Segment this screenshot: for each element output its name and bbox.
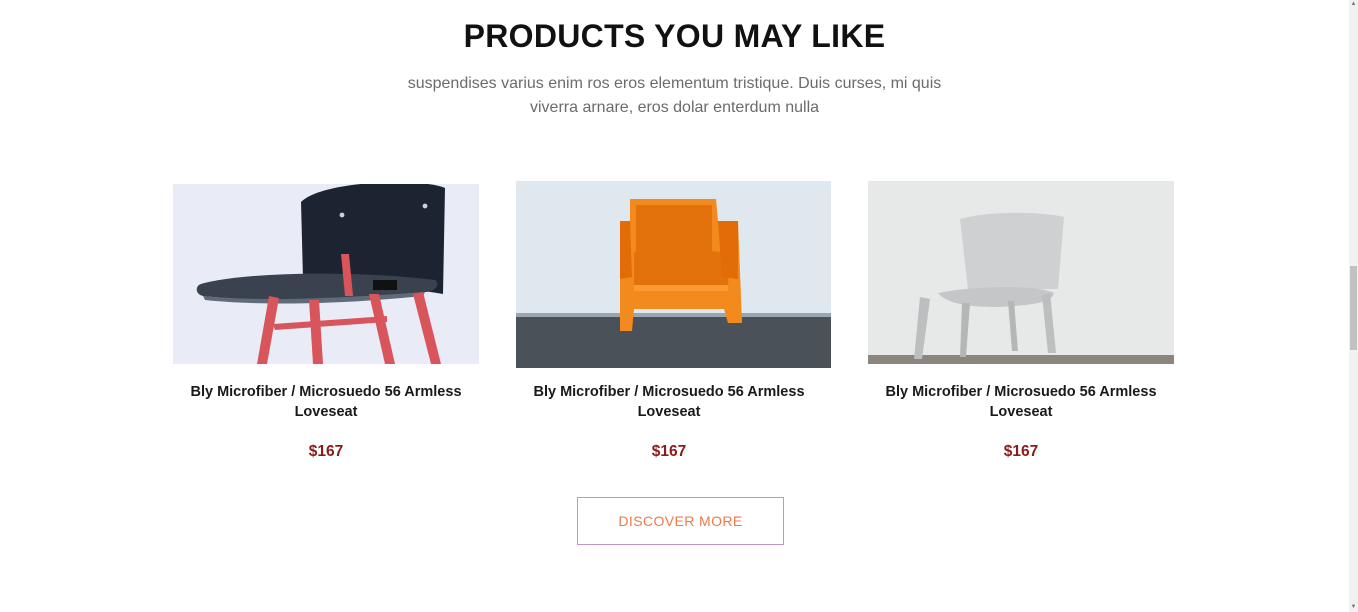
product-card[interactable]: Bly Microfiber / Microsuedo 56 Armless L…	[516, 180, 831, 470]
scroll-thumb[interactable]	[1350, 266, 1357, 350]
product-price: $167	[308, 443, 344, 460]
product-image[interactable]	[173, 184, 479, 364]
product-name[interactable]: Bly Microfiber / Microsuedo 56 Armless L…	[183, 382, 469, 422]
scrollbar[interactable]: ▲ ▼	[1349, 0, 1358, 612]
product-name[interactable]: Bly Microfiber / Microsuedo 56 Armless L…	[878, 382, 1164, 422]
discover-more-button[interactable]: DISCOVER MORE	[577, 497, 784, 545]
product-price: $167	[651, 443, 687, 460]
section-subtitle: suspendises varius enim ros eros element…	[407, 75, 942, 116]
product-card[interactable]: Bly Microfiber / Microsuedo 56 Armless L…	[173, 180, 479, 470]
section-title: PRODUCTS YOU MAY LIKE	[463, 18, 886, 54]
product-name[interactable]: Bly Microfiber / Microsuedo 56 Armless L…	[526, 382, 812, 422]
product-card[interactable]: Bly Microfiber / Microsuedo 56 Armless L…	[868, 180, 1174, 470]
product-image[interactable]	[868, 181, 1174, 364]
product-image[interactable]	[516, 181, 831, 368]
product-price: $167	[1003, 443, 1039, 460]
products-section: PRODUCTS YOU MAY LIKE suspendises varius…	[0, 0, 1349, 612]
scroll-down-arrow-icon[interactable]: ▼	[1349, 603, 1358, 612]
scroll-up-arrow-icon[interactable]: ▲	[1349, 0, 1358, 9]
